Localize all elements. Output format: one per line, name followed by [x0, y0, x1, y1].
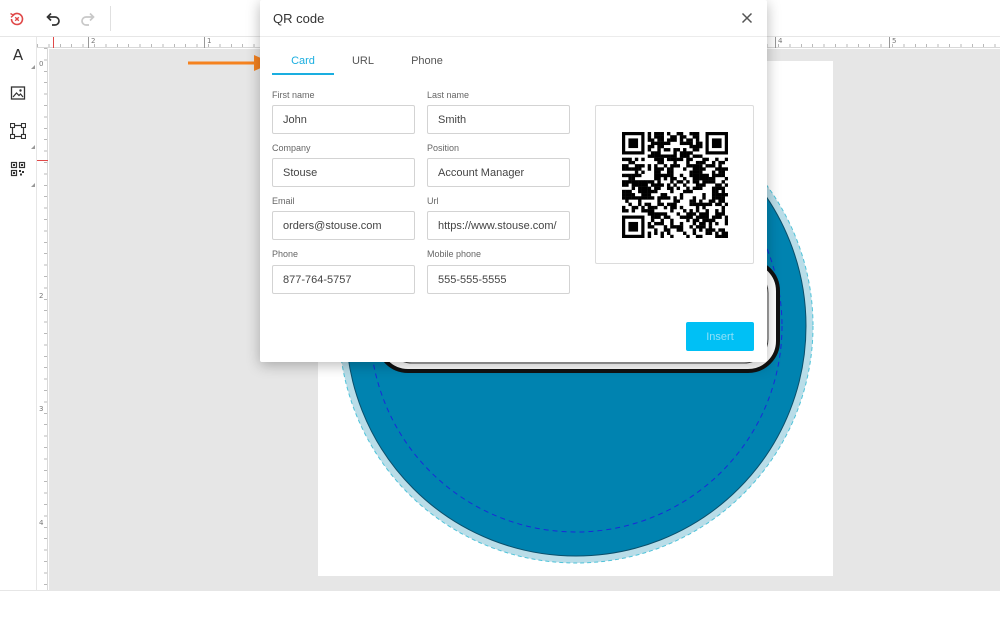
ruler-number: 2	[39, 292, 44, 300]
bottom-bar	[0, 590, 1000, 631]
position-label: Position	[427, 143, 460, 153]
ruler-number: 1	[207, 37, 212, 45]
phone-label: Phone	[272, 249, 299, 259]
ruler-number: 3	[39, 405, 44, 413]
first-name-label: First name	[272, 90, 315, 100]
close-icon[interactable]	[739, 10, 755, 26]
ruler-marker-left	[37, 160, 48, 161]
qr-code-dialog: QR code Card URL Phone First name Last n…	[260, 0, 767, 362]
shape-tool-icon[interactable]	[8, 121, 28, 141]
email-label: Email	[272, 196, 295, 206]
text-tool-caret[interactable]	[31, 65, 35, 69]
company-label: Company	[272, 143, 311, 153]
image-tool-icon[interactable]	[8, 83, 28, 103]
tab-url[interactable]: URL	[344, 55, 382, 75]
dialog-header: QR code	[260, 0, 767, 37]
ruler-number: 0	[39, 60, 44, 68]
ruler-marker-top	[53, 37, 54, 48]
text-tool-icon[interactable]: A	[8, 45, 28, 65]
url-field[interactable]	[427, 211, 570, 240]
shape-tool-caret[interactable]	[31, 145, 35, 149]
tool-sidebar: A	[0, 37, 37, 590]
ruler-number: 5	[892, 37, 897, 45]
last-name-field[interactable]	[427, 105, 570, 134]
url-label: Url	[427, 196, 439, 206]
phone-field[interactable]	[272, 265, 415, 294]
tab-card[interactable]: Card	[272, 55, 334, 75]
redo-icon[interactable]	[77, 8, 99, 30]
ruler-major-tick	[889, 37, 890, 48]
ruler-number: 2	[91, 37, 96, 45]
ruler-number: 4	[778, 37, 783, 45]
mobile-phone-label: Mobile phone	[427, 249, 482, 259]
vertical-ruler	[37, 48, 48, 590]
insert-button[interactable]: Insert	[686, 322, 754, 351]
text-tool-glyph: A	[12, 46, 24, 64]
mobile-phone-field[interactable]	[427, 265, 570, 294]
email-field[interactable]	[272, 211, 415, 240]
qr-tool-caret[interactable]	[31, 183, 35, 187]
qr-code-image	[622, 132, 728, 238]
position-field[interactable]	[427, 158, 570, 187]
first-name-field[interactable]	[272, 105, 415, 134]
last-name-label: Last name	[427, 90, 470, 100]
undo-icon[interactable]	[42, 8, 64, 30]
ruler-major-tick	[775, 37, 776, 48]
revert-icon[interactable]	[6, 8, 28, 30]
ruler-number: 4	[39, 519, 44, 527]
ruler-major-tick	[204, 37, 205, 48]
qr-tool-icon[interactable]	[8, 159, 28, 179]
toolbar-divider	[110, 6, 111, 31]
dialog-title: QR code	[273, 11, 325, 26]
company-field[interactable]	[272, 158, 415, 187]
ruler-major-tick	[88, 37, 89, 48]
qr-preview	[595, 105, 754, 264]
tab-phone[interactable]: Phone	[403, 55, 451, 75]
